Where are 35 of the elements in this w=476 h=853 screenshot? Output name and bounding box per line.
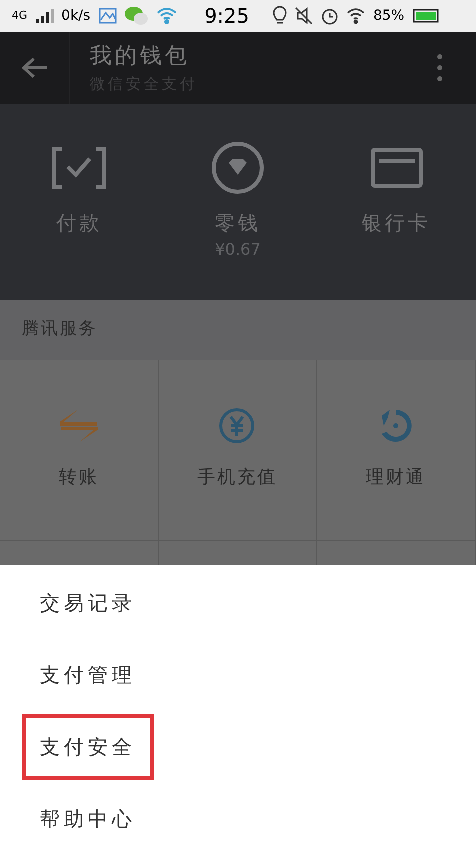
scan-check-icon (52, 147, 106, 189)
bulb-icon (273, 6, 288, 26)
transfer-arrows-icon (60, 410, 98, 442)
diamond-coin-icon (210, 141, 265, 195)
service-label: 手机充值 (197, 466, 278, 490)
service-tile[interactable]: 手机充值 (158, 360, 318, 541)
back-arrow-icon (22, 57, 48, 79)
card-icon (370, 148, 423, 188)
service-tile[interactable]: 理财通 (317, 360, 476, 541)
chat-bubbles-icon (124, 6, 149, 26)
network-label: 4G (12, 8, 28, 24)
more-dots-icon (437, 54, 443, 82)
yen-coin-icon (218, 407, 256, 445)
section-title: 腾讯服务 (22, 318, 98, 342)
service-label: 转账 (58, 466, 99, 490)
wifi-icon (347, 8, 366, 24)
page-title: 我的钱包 (90, 43, 191, 72)
wifi-icon (156, 7, 177, 25)
battery-percent: 85% (373, 6, 405, 26)
menu-item[interactable]: 帮助中心 (22, 786, 154, 852)
clock-time: 9:25 (204, 3, 250, 30)
mute-icon (295, 7, 314, 25)
menu-item[interactable]: 支付安全 (22, 714, 154, 780)
image-icon (98, 8, 117, 24)
speed-label: 0k/s (62, 6, 91, 26)
wallet-label[interactable]: 零钱 (214, 208, 261, 238)
service-label: 理财通 (366, 466, 426, 490)
menu-item[interactable]: 支付管理 (22, 642, 154, 708)
wallet-label[interactable]: 银行卡 (362, 208, 432, 238)
signal-icon (36, 9, 54, 23)
menu-item[interactable]: 交易记录 (22, 570, 154, 636)
battery-icon (412, 9, 439, 23)
service-tile[interactable]: 转账 (0, 360, 159, 541)
alarm-icon (321, 7, 340, 25)
wallet-label[interactable]: 付款 (56, 208, 102, 238)
